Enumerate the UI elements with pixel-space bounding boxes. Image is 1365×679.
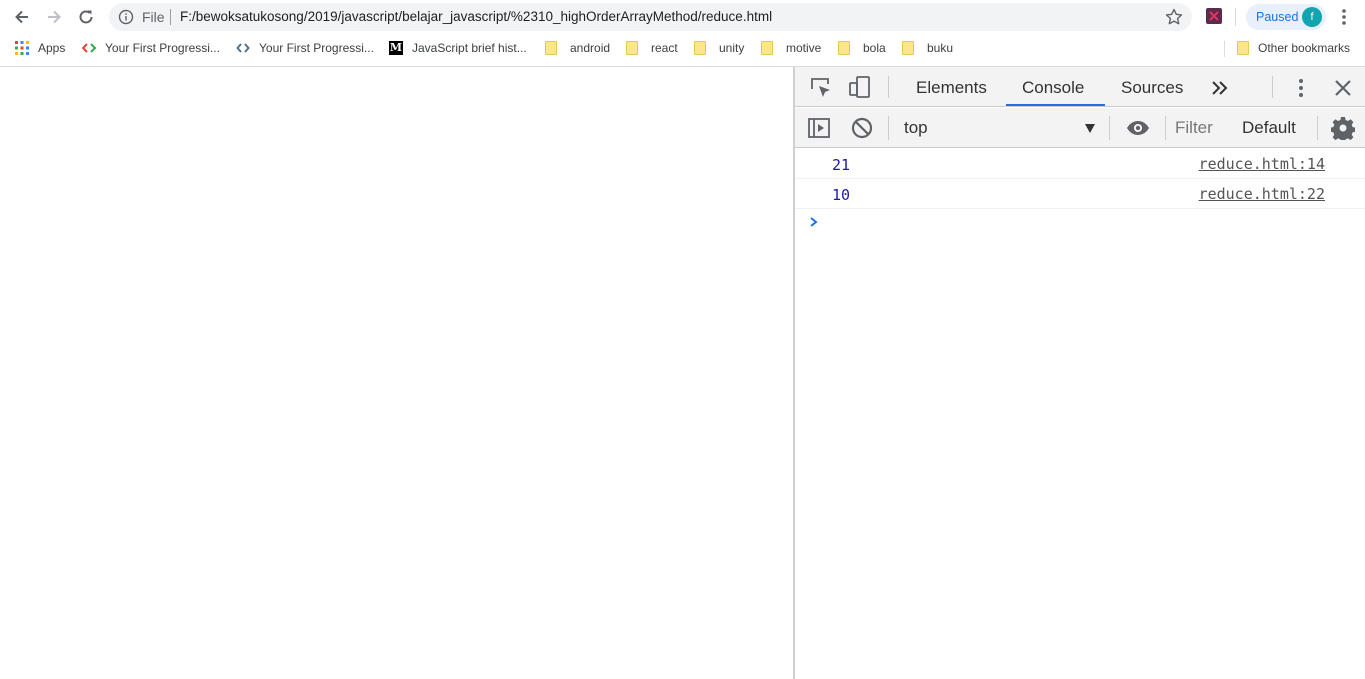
bookmark-folder-unity[interactable]: unity (694, 39, 744, 57)
page-viewport[interactable] (0, 67, 793, 679)
source-link[interactable]: reduce.html:14 (1199, 155, 1325, 173)
profile-button[interactable]: Paused f (1246, 4, 1326, 30)
tab-console[interactable]: Console (1022, 78, 1084, 98)
log-value: 21 (832, 156, 851, 174)
bookmark-folder-react[interactable]: react (626, 39, 678, 57)
console-toolbar-divider (1109, 116, 1110, 140)
bookmark-label: buku (927, 41, 954, 55)
console-message: 21 reduce.html:14 (795, 149, 1365, 179)
devtools-tabbar: Elements Console Sources (795, 67, 1365, 107)
bookmark-folder-bola[interactable]: bola (838, 39, 886, 57)
bookmarks-bar: Apps Your First Progressi... Your First … (0, 34, 1365, 62)
browser-toolbar: File F:/bewoksatukosong/2019/javascript/… (0, 0, 1365, 34)
tab-elements[interactable]: Elements (916, 78, 987, 98)
sidebar-toggle-icon[interactable] (807, 116, 831, 140)
arrow-right-icon (48, 10, 61, 24)
bookmark-folder-other[interactable]: Other bookmarks (1237, 39, 1350, 57)
folder-icon (694, 41, 706, 55)
bookmark-star-icon[interactable] (1164, 7, 1184, 27)
console-toolbar-divider (888, 116, 889, 140)
bookmark-your-first-progressive-2[interactable]: Your First Progressi... (236, 39, 374, 57)
reload-icon (79, 10, 93, 24)
bookmark-label: JavaScript brief hist... (412, 41, 527, 55)
console-toolbar: top Filter Default (795, 108, 1365, 148)
profile-status: Paused (1256, 10, 1299, 24)
bookmarks-divider (1224, 41, 1225, 57)
bookmark-label: Your First Progressi... (105, 41, 220, 55)
forward-button[interactable] (41, 4, 67, 30)
context-selector[interactable]: top (904, 118, 928, 138)
folder-icon (838, 41, 850, 55)
bookmark-label: android (570, 41, 611, 55)
console-output: 21 reduce.html:14 10 reduce.html:22 (795, 149, 1365, 239)
filter-input[interactable]: Filter (1175, 118, 1213, 138)
clear-console-icon[interactable] (850, 116, 874, 140)
bookmark-label: bola (863, 41, 886, 55)
bookmark-folder-android[interactable]: android (545, 39, 610, 57)
avatar: f (1302, 7, 1322, 27)
bookmark-label: motive (786, 41, 822, 55)
url-text[interactable]: F:/bewoksatukosong/2019/javascript/belaj… (180, 9, 772, 24)
folder-icon (761, 41, 773, 55)
gear-icon[interactable] (1331, 116, 1355, 140)
chevron-right-icon (810, 217, 818, 227)
address-bar[interactable]: File F:/bewoksatukosong/2019/javascript/… (109, 3, 1192, 31)
bookmark-label: Your First Progressi... (259, 41, 374, 55)
scheme-label: File (142, 9, 165, 25)
bookmark-label: Other bookmarks (1258, 41, 1351, 55)
bookmark-apps[interactable]: Apps (15, 39, 65, 57)
inspect-element-icon[interactable] (809, 76, 833, 100)
bookmark-your-first-progressive-1[interactable]: Your First Progressi... (82, 39, 220, 57)
medium-m-icon: M (389, 41, 403, 55)
tab-sources[interactable]: Sources (1121, 78, 1183, 98)
extension-icon[interactable] (1206, 8, 1222, 24)
devtools-menu-icon[interactable] (1289, 76, 1313, 100)
source-link[interactable]: reduce.html:22 (1199, 185, 1325, 203)
apps-grid-icon (15, 41, 29, 55)
toolbar-divider (1235, 8, 1236, 26)
console-toolbar-divider (1317, 116, 1318, 140)
more-tabs-icon[interactable] (1209, 76, 1233, 100)
device-toolbar-icon[interactable] (848, 75, 872, 99)
info-icon[interactable] (118, 9, 134, 25)
address-separator (170, 9, 171, 25)
folder-icon (1237, 41, 1249, 55)
live-expression-eye-icon[interactable] (1126, 116, 1150, 140)
bookmark-folder-motive[interactable]: motive (761, 39, 821, 57)
bookmark-label: Apps (38, 41, 66, 55)
folder-icon (545, 41, 557, 55)
code-brackets-icon (236, 43, 250, 53)
dropdown-arrow-icon[interactable] (1084, 122, 1096, 134)
tabbar-divider (888, 76, 889, 98)
log-value: 10 (832, 186, 851, 204)
bookmark-javascript-brief-history[interactable]: M JavaScript brief hist... (389, 39, 527, 57)
log-levels-dropdown[interactable]: Default (1242, 118, 1296, 138)
console-message: 10 reduce.html:22 (795, 179, 1365, 209)
browser-menu-icon[interactable] (1336, 6, 1352, 28)
bookmark-label: unity (719, 41, 745, 55)
bookmark-folder-buku[interactable]: buku (902, 39, 953, 57)
code-brackets-icon (82, 43, 96, 53)
tabbar-divider (1272, 76, 1273, 98)
back-button[interactable] (9, 4, 35, 30)
console-prompt[interactable] (795, 209, 1365, 239)
close-icon[interactable] (1331, 76, 1355, 100)
extension-logo-icon (1209, 11, 1219, 21)
reload-button[interactable] (73, 4, 99, 30)
console-toolbar-divider (1165, 116, 1166, 140)
devtools-panel: Elements Console Sources top Filter Defa… (793, 67, 1365, 679)
arrow-left-icon (15, 10, 28, 24)
folder-icon (626, 41, 638, 55)
folder-icon (902, 41, 914, 55)
bookmark-label: react (651, 41, 678, 55)
active-tab-indicator (1006, 104, 1105, 106)
